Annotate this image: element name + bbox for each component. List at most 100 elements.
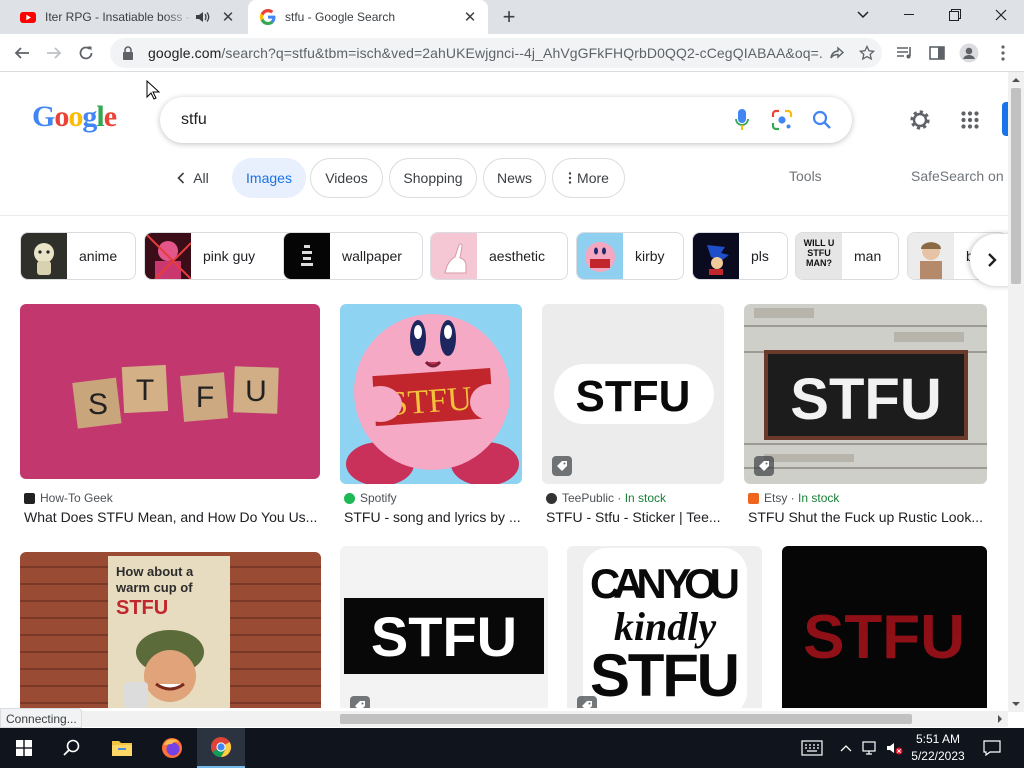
result-source[interactable]: TeePublic · In stock [546, 491, 666, 505]
tab-youtube[interactable]: Iter RPG - Insatiable boss - Y ✕ [8, 0, 246, 34]
image-result[interactable]: S T F U How-To Geek What Does STFU Mean,… [20, 304, 320, 534]
result-title[interactable]: STFU Shut the Fuck up Rustic Look... [748, 509, 987, 525]
horizontal-scroll-thumb[interactable] [340, 714, 912, 724]
related-thumbnail [577, 233, 623, 279]
back-button[interactable] [8, 40, 36, 66]
in-stock-label: In stock [624, 491, 667, 505]
taskbar-clock[interactable]: 5:51 AM 5/22/2023 [906, 731, 970, 765]
result-source[interactable]: How-To Geek [24, 491, 113, 505]
related-chip-pink-guy[interactable]: pink guy [144, 232, 294, 280]
result-image[interactable]: STFU [340, 304, 522, 484]
close-tab-icon[interactable]: ✕ [460, 7, 480, 27]
result-image[interactable]: How about a warm cup of STFU [20, 552, 321, 708]
windows-logo-icon [16, 740, 32, 756]
restore-button[interactable] [932, 0, 978, 30]
forward-button[interactable] [40, 40, 68, 66]
image-result[interactable]: STFU [340, 546, 548, 708]
related-chip-kirby[interactable]: kirby [576, 232, 684, 280]
tab-videos[interactable]: Videos [310, 158, 383, 198]
tab-all[interactable]: All [168, 158, 218, 198]
youtube-icon [20, 12, 36, 23]
result-image[interactable]: STFU [782, 546, 987, 708]
tab-more[interactable]: More [552, 158, 625, 198]
scrabble-tile-t: T [136, 374, 154, 407]
clock-date: 5/22/2023 [911, 749, 965, 763]
google-lens-icon[interactable] [762, 97, 802, 143]
scroll-down-arrow-icon[interactable] [1008, 696, 1024, 712]
tools-button[interactable]: Tools [789, 168, 822, 184]
close-tab-icon[interactable]: ✕ [218, 7, 238, 27]
firefox-button[interactable] [148, 728, 196, 768]
more-vert-icon [568, 172, 572, 184]
result-image[interactable]: CAN YOU kindly STFU [567, 546, 762, 708]
image-result[interactable]: STFU [782, 546, 987, 708]
related-chip-aesthetic[interactable]: aesthetic [430, 232, 568, 280]
image-result[interactable]: STFU TeePublic · In stock STFU - Stfu - … [542, 304, 724, 534]
tab-shopping[interactable]: Shopping [389, 158, 477, 198]
image-result[interactable]: How about a warm cup of STFU [20, 552, 321, 708]
result-source[interactable]: Etsy · In stock [748, 491, 839, 505]
tab-title: Iter RPG - Insatiable boss - Y [45, 10, 194, 24]
related-chip-anime[interactable]: anime [20, 232, 136, 280]
result-title[interactable]: STFU - song and lyrics by ... [344, 509, 522, 525]
image-result[interactable]: CAN YOU kindly STFU [567, 546, 762, 708]
tab-title: stfu - Google Search [285, 10, 396, 24]
scroll-right-arrow-icon[interactable] [992, 711, 1008, 727]
keyboard-layout-icon[interactable] [800, 738, 824, 758]
tab-news[interactable]: News [483, 158, 546, 198]
notification-center-icon[interactable] [982, 738, 1002, 758]
result-title[interactable]: STFU - Stfu - Sticker | Tee... [546, 509, 724, 525]
profile-avatar-icon[interactable] [958, 42, 980, 64]
related-chip-pls[interactable]: pls [692, 232, 788, 280]
taskbar-search-button[interactable] [48, 728, 96, 768]
search-input[interactable]: stfu [160, 111, 722, 129]
related-chip-man[interactable]: WILL U STFU MAN? man [795, 232, 899, 280]
voice-search-icon[interactable] [722, 97, 762, 143]
google-apps-icon[interactable] [956, 106, 984, 134]
reload-button[interactable] [72, 40, 100, 66]
related-chip-wallpaper[interactable]: wallpaper [283, 232, 423, 280]
lock-icon[interactable] [122, 46, 134, 60]
settings-gear-icon[interactable] [906, 106, 934, 134]
horizontal-scrollbar[interactable] [0, 711, 1008, 727]
speaker-icon[interactable] [194, 9, 212, 25]
shopping-tag-icon [577, 696, 597, 708]
result-image[interactable]: STFU [340, 546, 548, 708]
search-icon[interactable] [802, 97, 842, 143]
vertical-scroll-thumb[interactable] [1011, 88, 1021, 284]
result-title[interactable]: What Does STFU Mean, and How Do You Us..… [24, 509, 320, 525]
related-thumbnail [431, 233, 477, 279]
tab-images[interactable]: Images [232, 158, 306, 198]
new-tab-button[interactable]: + [497, 6, 521, 30]
tab-google-search[interactable]: stfu - Google Search ✕ [248, 0, 488, 34]
result-source[interactable]: Spotify [344, 491, 397, 505]
file-explorer-button[interactable] [98, 728, 146, 768]
address-bar[interactable]: google.com/search?q=stfu&tbm=isch&ved=2a… [110, 38, 882, 68]
mouse-cursor-icon [146, 80, 160, 100]
show-hidden-icons-chevron-icon[interactable] [836, 738, 856, 758]
scroll-up-arrow-icon[interactable] [1008, 72, 1024, 88]
close-window-button[interactable] [978, 0, 1024, 30]
image-result[interactable]: STFU Spotify STFU - song and lyrics by .… [340, 304, 522, 534]
share-icon[interactable] [822, 38, 852, 68]
search-icon [63, 739, 80, 756]
network-icon[interactable] [860, 738, 880, 758]
minimize-button[interactable] [886, 0, 932, 30]
search-type-tabs: All Images Videos Shopping News More Too… [0, 158, 1008, 198]
start-button[interactable] [0, 728, 48, 768]
tab-search-chevron-icon[interactable] [840, 0, 886, 30]
vertical-scrollbar[interactable] [1008, 72, 1024, 712]
media-queue-icon[interactable] [894, 42, 916, 64]
safesearch-button[interactable]: SafeSearch on [911, 168, 1004, 184]
image-result[interactable]: STFU Etsy · In stock STFU Shut the Fuck … [744, 304, 987, 534]
side-panel-icon[interactable] [926, 42, 948, 64]
google-logo[interactable]: Google [32, 100, 117, 140]
chrome-taskbar-button[interactable] [197, 728, 245, 768]
search-box[interactable]: stfu [160, 97, 852, 143]
volume-muted-icon[interactable] [884, 738, 904, 758]
result-image[interactable]: STFU [744, 304, 987, 484]
chrome-menu-icon[interactable] [992, 42, 1014, 64]
result-image[interactable]: S T F U [20, 304, 320, 479]
bookmark-star-icon[interactable] [852, 38, 882, 68]
sticker-line-1: CAN YOU [590, 560, 740, 607]
